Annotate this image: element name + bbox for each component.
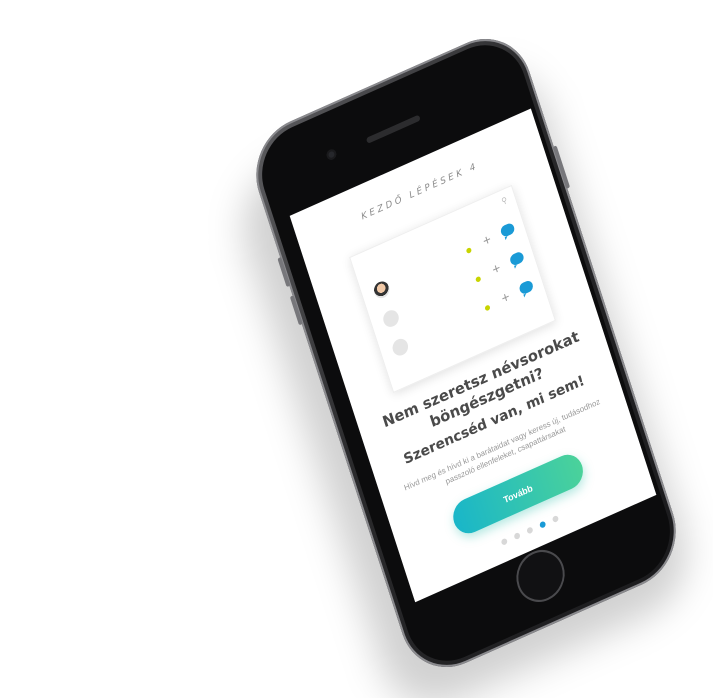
chat-bubble-icon xyxy=(508,250,526,267)
avatar xyxy=(390,336,411,359)
invite-icon: ● xyxy=(481,299,493,316)
search-icon: ⚲ xyxy=(500,195,509,207)
stage: KEZDŐ LÉPÉSEK 4 ⚲ ● + ● + ● + Nem szeret… xyxy=(0,0,713,698)
page-dot[interactable] xyxy=(500,537,508,546)
front-camera-icon xyxy=(325,147,338,162)
page-dot[interactable] xyxy=(551,514,560,524)
page-dot[interactable] xyxy=(513,531,521,541)
invite-icon: ● xyxy=(463,241,475,259)
plus-icon: + xyxy=(499,287,512,307)
chat-bubble-icon xyxy=(499,221,516,239)
page-dot-active[interactable] xyxy=(539,520,547,529)
plus-icon: + xyxy=(480,230,494,250)
chat-bubble-icon xyxy=(518,279,535,296)
avatar xyxy=(381,307,401,330)
page-dot[interactable] xyxy=(526,526,534,535)
speaker-grille xyxy=(365,114,421,144)
plus-icon: + xyxy=(489,259,503,278)
avatar xyxy=(371,278,392,301)
invite-icon: ● xyxy=(472,270,484,287)
